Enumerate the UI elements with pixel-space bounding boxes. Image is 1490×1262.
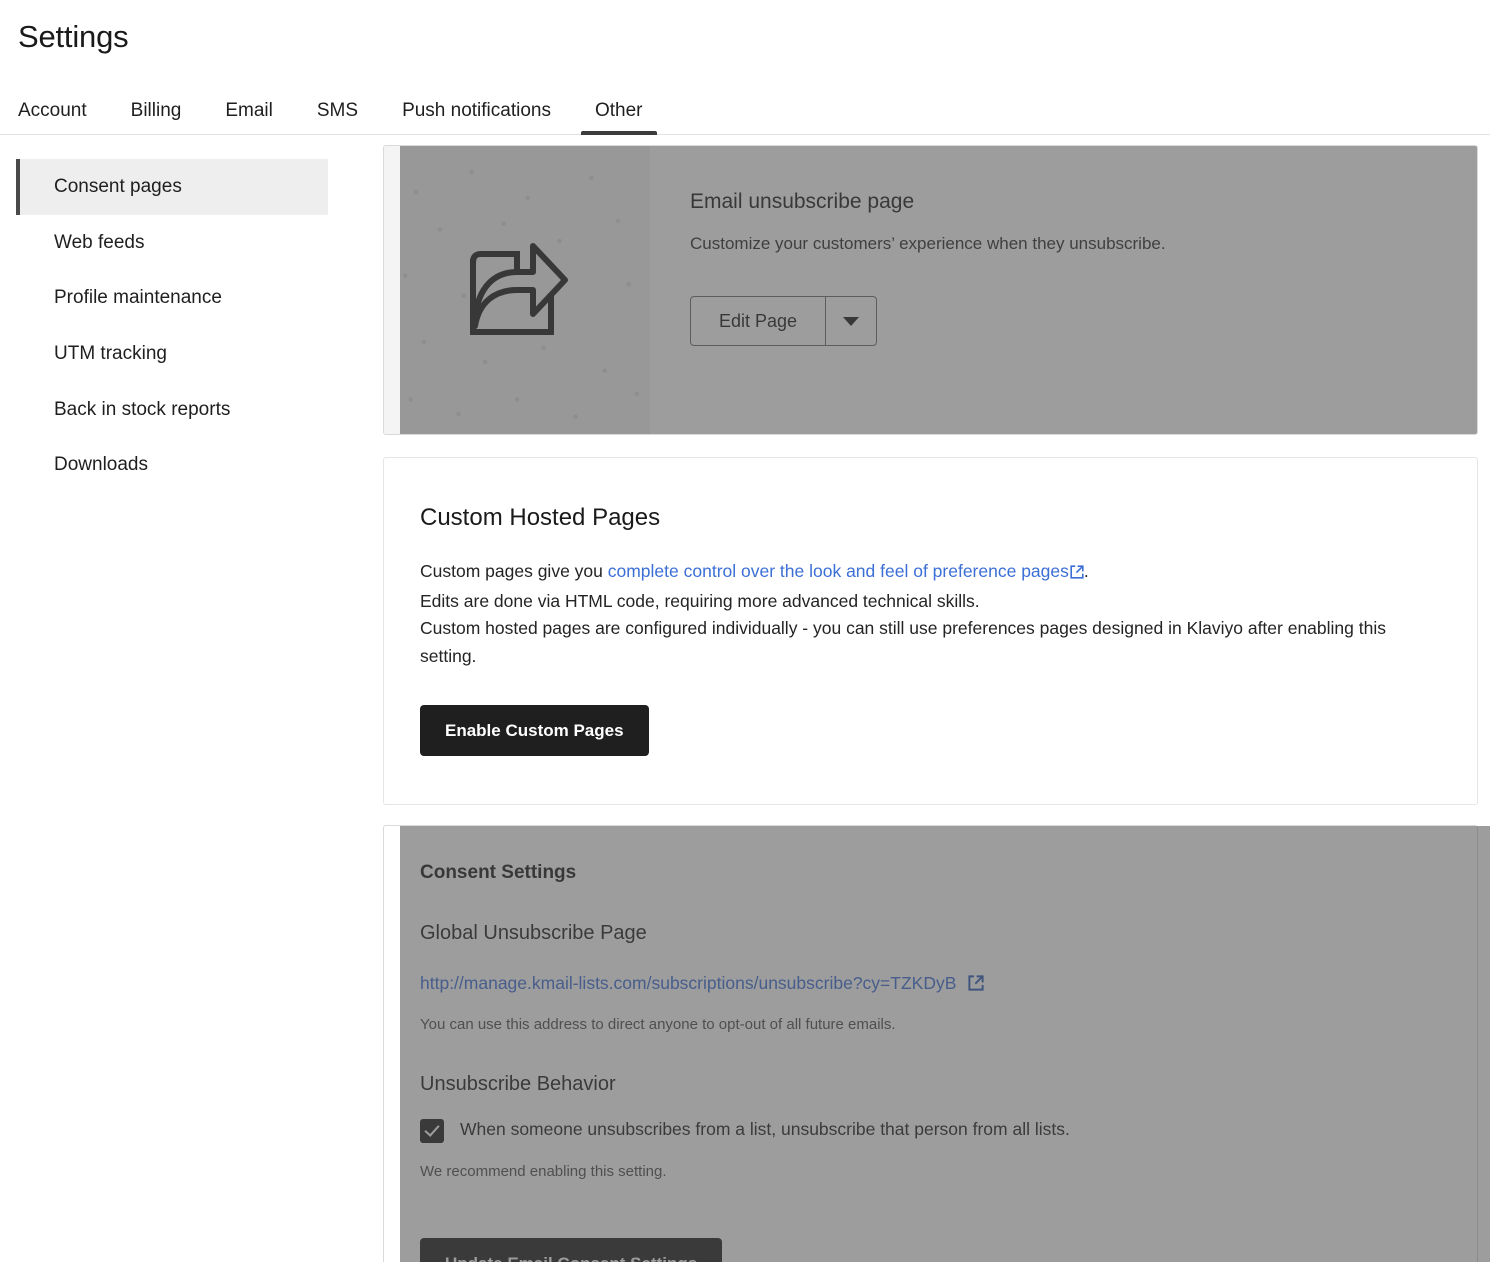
tab-other[interactable]: Other [573, 101, 665, 136]
chevron-down-icon [843, 316, 860, 326]
external-link-icon [968, 975, 984, 996]
checkbox-checked-icon[interactable] [420, 1118, 444, 1143]
tab-push-notifications[interactable]: Push notifications [380, 101, 573, 134]
global-unsubscribe-help-text: You can use this address to direct anyon… [420, 1015, 896, 1033]
preference-pages-doc-link[interactable]: complete control over the look and feel … [608, 561, 1069, 581]
custom-hosted-pages-line-2: Edits are done via HTML code, requiring … [420, 590, 980, 611]
consent-settings-dim-overlay [400, 825, 1490, 1262]
consent-settings-card: Consent Settings Global Unsubscribe Page… [383, 824, 1490, 1262]
settings-tab-bar: Account Billing Email SMS Push notificat… [0, 85, 1490, 136]
page-header: Settings Account Billing Email SMS Push … [0, 0, 1490, 136]
page-title: Settings [18, 19, 129, 54]
external-link-icon [1070, 560, 1084, 588]
tab-billing[interactable]: Billing [109, 101, 204, 134]
update-email-consent-settings-button[interactable]: Update Email Consent Settings [420, 1237, 723, 1262]
sidebar-item-web-feeds[interactable]: Web feeds [16, 215, 328, 271]
custom-hosted-pages-title: Custom Hosted Pages [420, 504, 661, 532]
sidebar-item-utm-tracking[interactable]: UTM tracking [16, 326, 328, 382]
global-unsubscribe-page-heading: Global Unsubscribe Page [420, 921, 647, 944]
unsubscribe-behavior-heading: Unsubscribe Behavior [420, 1072, 616, 1095]
share-arrow-icon [469, 243, 568, 336]
global-unsubscribe-url-link[interactable]: http://manage.kmail-lists.com/subscripti… [420, 973, 956, 993]
edit-page-split-button: Edit Page [690, 296, 878, 347]
unsubscribe-card-body: Email unsubscribe page Customize your cu… [650, 146, 1477, 434]
unsubscribe-illustration [384, 146, 650, 435]
enable-custom-pages-button[interactable]: Enable Custom Pages [420, 704, 649, 756]
sidebar-item-consent-pages[interactable]: Consent pages [16, 159, 328, 215]
custom-hosted-pages-line-3: Custom hosted pages are configured indiv… [420, 618, 1386, 667]
global-unsubscribe-url-row: http://manage.kmail-lists.com/subscripti… [420, 973, 1433, 996]
settings-body: Consent pages Web feeds Profile maintena… [0, 135, 1490, 1262]
line1-prefix-text: Custom pages give you [420, 561, 608, 582]
custom-hosted-pages-line-1: Custom pages give you complete control o… [420, 558, 1433, 588]
line1-suffix-text: . [1083, 561, 1089, 582]
sidebar-item-downloads[interactable]: Downloads [16, 437, 328, 493]
edit-page-dropdown-button[interactable] [825, 297, 876, 346]
settings-sidebar: Consent pages Web feeds Profile maintena… [0, 135, 383, 493]
custom-hosted-pages-card: Custom Hosted Pages Custom pages give yo… [383, 457, 1478, 805]
sidebar-item-back-in-stock-reports[interactable]: Back in stock reports [16, 382, 328, 438]
unsubscribe-card-description: Customize your customers’ experience whe… [690, 234, 1166, 254]
tab-email[interactable]: Email [203, 101, 295, 134]
unsubscribe-all-lists-row: When someone unsubscribes from a list, u… [420, 1118, 1433, 1143]
tab-account[interactable]: Account [18, 101, 109, 134]
consent-settings-title: Consent Settings [420, 861, 577, 883]
settings-main-content: Email unsubscribe page Customize your cu… [383, 135, 1490, 1262]
sidebar-item-profile-maintenance[interactable]: Profile maintenance [16, 270, 328, 326]
email-unsubscribe-page-card: Email unsubscribe page Customize your cu… [383, 145, 1478, 436]
tab-sms[interactable]: SMS [295, 101, 380, 134]
unsubscribe-all-lists-label: When someone unsubscribes from a list, u… [460, 1118, 1070, 1139]
edit-page-button[interactable]: Edit Page [691, 297, 825, 345]
unsubscribe-card-title: Email unsubscribe page [690, 190, 915, 214]
unsubscribe-behavior-help-text: We recommend enabling this setting. [420, 1162, 667, 1180]
